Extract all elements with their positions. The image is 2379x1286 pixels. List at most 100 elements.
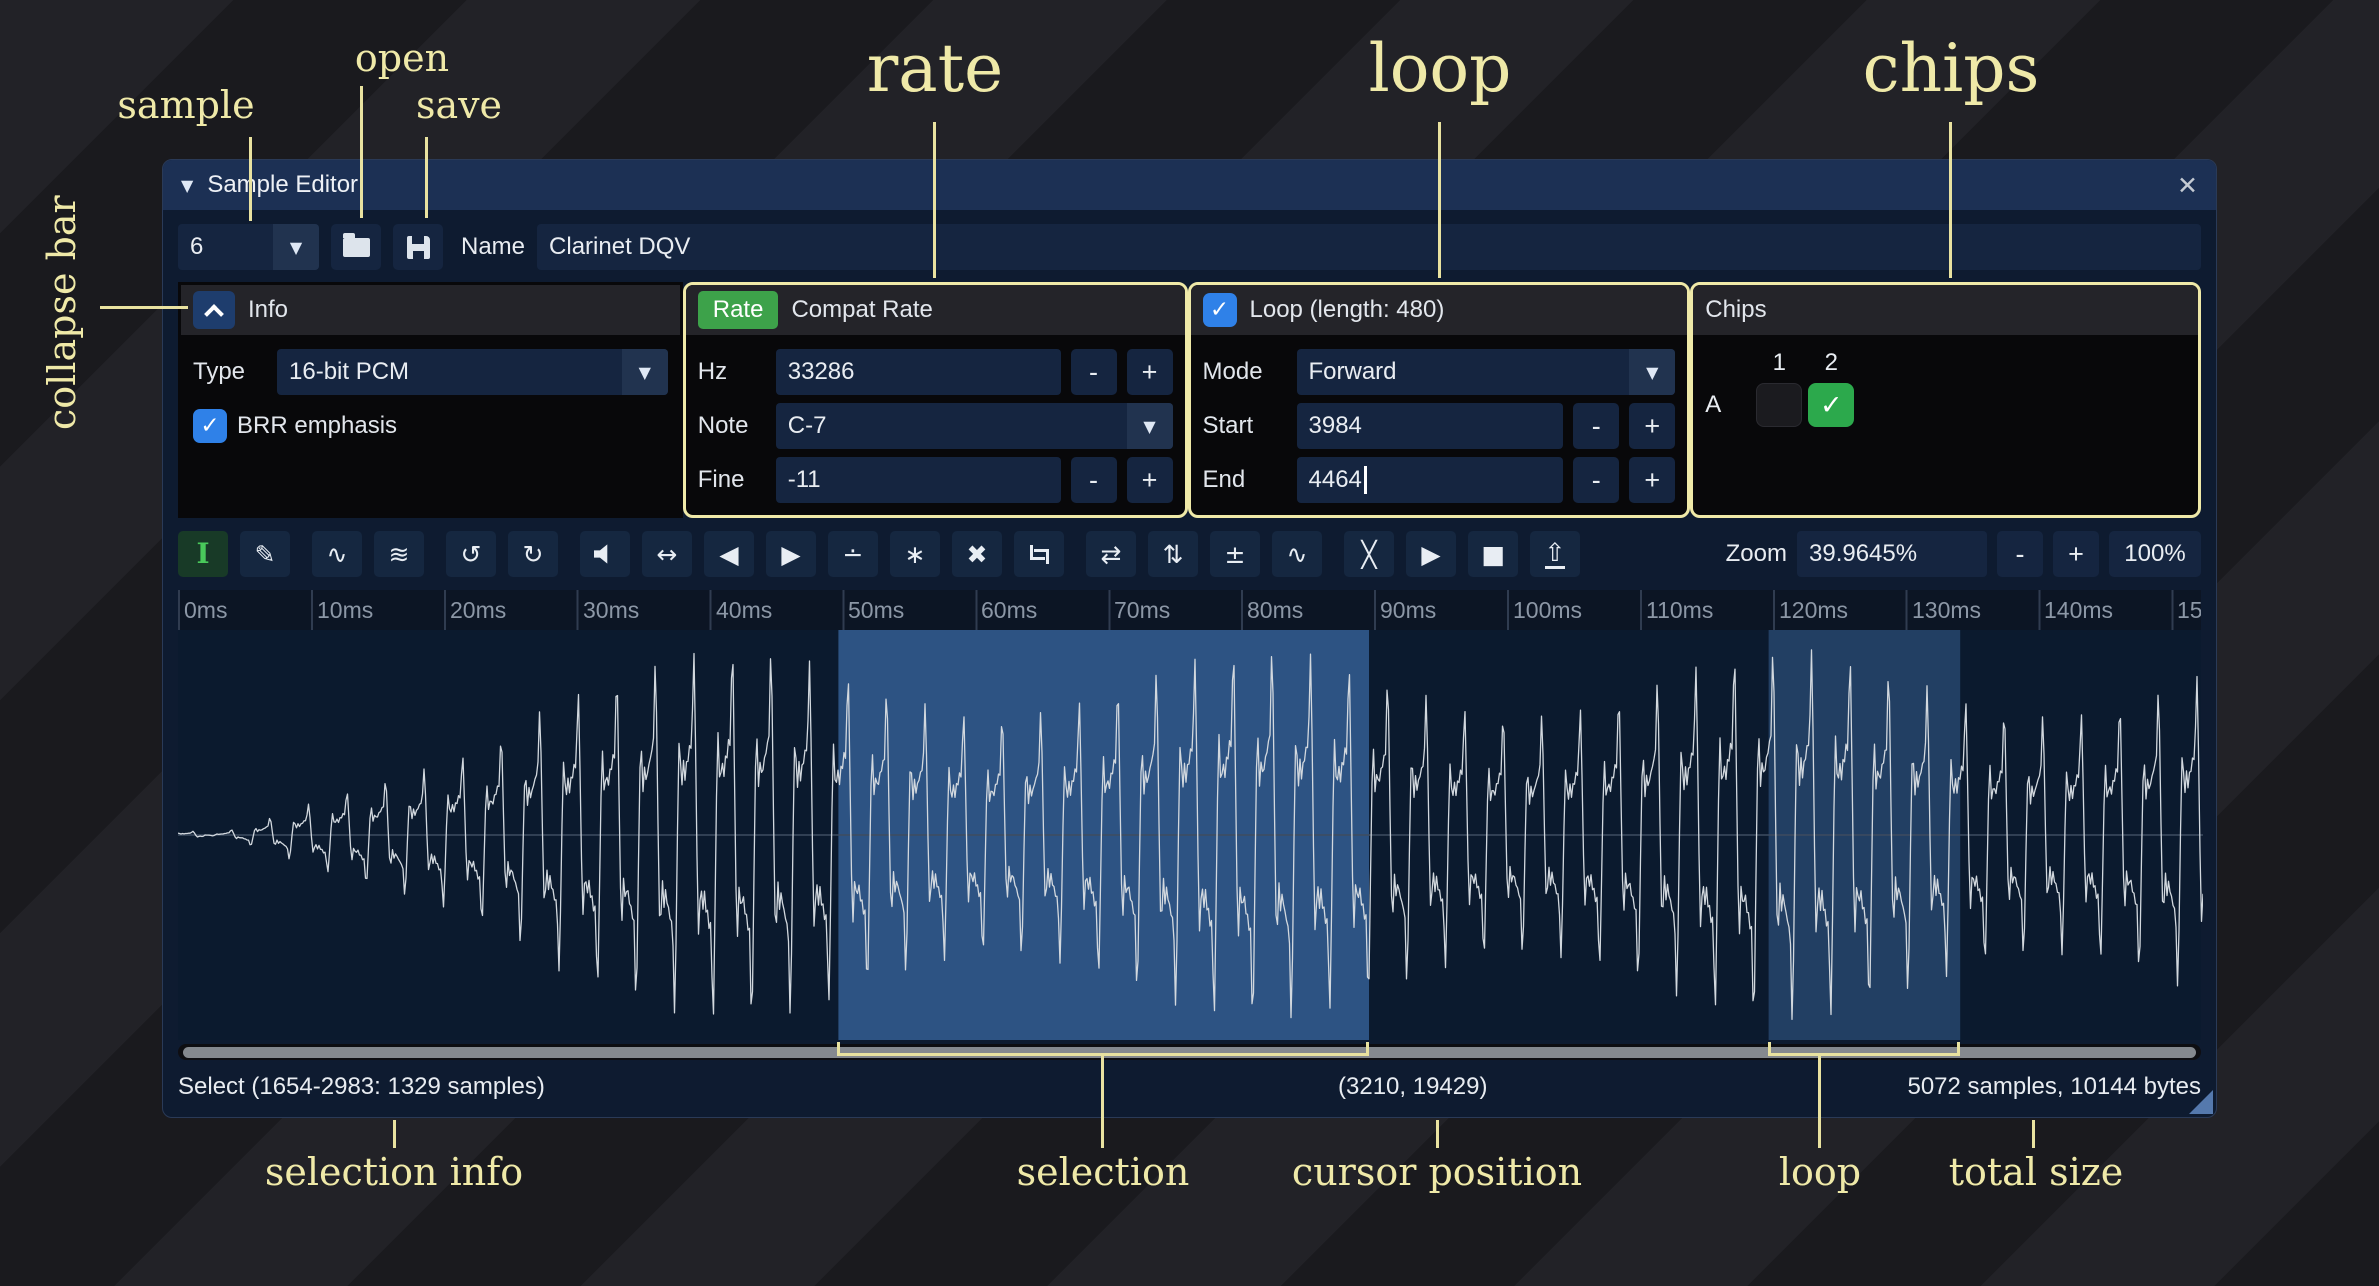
controls-row: 6 ▼ Name Clarinet DQV xyxy=(178,222,2201,272)
redo-button[interactable]: ↻ xyxy=(508,531,558,577)
resample-button[interactable]: ≋ xyxy=(374,531,424,577)
loop-start-minus-button[interactable]: - xyxy=(1573,403,1619,449)
loop-start-plus-button[interactable]: + xyxy=(1629,403,1675,449)
ruler-label: 130ms xyxy=(1912,597,1981,624)
note-select[interactable]: C-7 ▼ xyxy=(776,403,1173,449)
sign-button[interactable]: ± xyxy=(1210,531,1260,577)
ruler-label: 30ms xyxy=(583,597,639,624)
loop-end-minus-button[interactable]: - xyxy=(1573,457,1619,503)
delete-button[interactable]: ✖ xyxy=(952,531,1002,577)
close-icon[interactable]: ✕ xyxy=(2177,171,2198,200)
chevron-down-icon[interactable]: ▼ xyxy=(622,349,668,395)
annotation-line xyxy=(360,86,363,218)
chips-row-a: A ✓ xyxy=(1705,383,2186,427)
titlebar[interactable]: ▼ Sample Editor ✕ xyxy=(163,160,2216,210)
open-button[interactable] xyxy=(331,224,381,270)
normalize-button[interactable]: ↔ xyxy=(642,531,692,577)
resize-wave-icon: ∿ xyxy=(327,542,348,567)
waveform-display[interactable] xyxy=(178,630,2201,1040)
annotation-loop-marker: loop xyxy=(1779,1150,1861,1194)
fine-minus-button[interactable]: - xyxy=(1071,457,1117,503)
zoom-input[interactable]: 39.9645% xyxy=(1797,531,1987,577)
amplify-button[interactable] xyxy=(580,531,630,577)
fade-in-button[interactable]: ◀ xyxy=(704,531,754,577)
loop-start-input[interactable]: 3984 xyxy=(1297,403,1564,449)
reverse-button[interactable]: ⇄ xyxy=(1086,531,1136,577)
window-title: Sample Editor xyxy=(207,171,358,199)
stop-preview-button[interactable]: ■ xyxy=(1468,531,1518,577)
name-value: Clarinet DQV xyxy=(537,233,690,261)
annotation-loop: loop xyxy=(1369,30,1512,107)
check-icon: ✓ xyxy=(200,413,219,439)
sections-row: Info Type 16-bit PCM ▼ ✓ BRR emphas xyxy=(178,282,2201,518)
undo-button[interactable]: ↺ xyxy=(446,531,496,577)
fine-plus-button[interactable]: + xyxy=(1127,457,1173,503)
insert-silence-button[interactable]: ∸ xyxy=(828,531,878,577)
sine-wave-icon: ∿ xyxy=(1287,542,1308,567)
loop-end-label: End xyxy=(1203,466,1287,494)
type-select[interactable]: 16-bit PCM ▼ xyxy=(277,349,668,395)
annotation-line xyxy=(1438,122,1441,278)
invert-button[interactable]: ⇅ xyxy=(1148,531,1198,577)
type-value: 16-bit PCM xyxy=(277,358,409,386)
x-icon: ✖ xyxy=(967,542,988,567)
ruler-label: 110ms xyxy=(1646,597,1713,624)
sample-editor-window: ▼ Sample Editor ✕ 6 ▼ Name Clarinet DQV xyxy=(162,159,2217,1118)
fade-out-button[interactable]: ▶ xyxy=(766,531,816,577)
chip-1-checkbox[interactable] xyxy=(1756,383,1802,427)
chips-column-headers: 1 2 xyxy=(1705,345,2186,381)
loop-end-input[interactable]: 4464 xyxy=(1297,457,1564,503)
chips-header-label: Chips xyxy=(1705,296,1766,324)
rate-button[interactable]: Rate xyxy=(698,291,779,329)
upload-icon: ⇧ xyxy=(1545,540,1566,569)
zoom-reset-button[interactable]: 100% xyxy=(2109,531,2201,577)
draw-mode-button[interactable]: ✎ xyxy=(240,531,290,577)
exchange-button[interactable]: ╳ xyxy=(1344,531,1394,577)
loop-enable-checkbox[interactable]: ✓ xyxy=(1203,293,1237,327)
folder-open-icon xyxy=(343,238,370,257)
note-label: Note xyxy=(698,412,766,440)
hz-label: Hz xyxy=(698,358,766,386)
preview-button[interactable]: ▶ xyxy=(1406,531,1456,577)
resize-grip[interactable] xyxy=(2189,1090,2213,1114)
select-mode-button[interactable]: I xyxy=(178,531,228,577)
chip-column-2: 2 xyxy=(1805,349,1857,377)
loop-end-plus-button[interactable]: + xyxy=(1629,457,1675,503)
loop-mode-select[interactable]: Forward ▼ xyxy=(1297,349,1676,395)
chevron-down-icon[interactable]: ▼ xyxy=(1127,403,1173,449)
sample-number-value: 6 xyxy=(178,233,203,261)
ruler-label: 80ms xyxy=(1247,597,1303,624)
resize-button[interactable]: ∿ xyxy=(312,531,362,577)
trim-button[interactable] xyxy=(1014,531,1064,577)
annotation-selection-info: selection info xyxy=(265,1150,523,1194)
status-bar: Select (1654-2983: 1329 samples) (3210, … xyxy=(178,1064,2201,1110)
zoom-out-button[interactable]: - xyxy=(1997,531,2043,577)
triangle-left-icon: ◀ xyxy=(719,542,738,567)
ruler-label: 40ms xyxy=(716,597,772,624)
zoom-in-button[interactable]: + xyxy=(2053,531,2099,577)
chevron-down-icon[interactable]: ▼ xyxy=(1629,349,1675,395)
play-icon: ▶ xyxy=(1421,542,1440,567)
chevron-down-icon[interactable]: ▼ xyxy=(273,224,319,270)
brr-emphasis-checkbox[interactable]: ✓ xyxy=(193,409,227,443)
filter-button[interactable]: ∿ xyxy=(1272,531,1322,577)
chips-section: Chips 1 2 A ✓ xyxy=(1690,282,2201,518)
apply-silence-button[interactable]: ∗ xyxy=(890,531,940,577)
check-icon: ✓ xyxy=(1820,390,1843,421)
create-wavetable-button[interactable]: ⇧ xyxy=(1530,531,1580,577)
collapse-bar-button[interactable] xyxy=(193,291,235,329)
annotation-collapse-bar: collapse bar xyxy=(40,182,88,444)
waveform-svg[interactable] xyxy=(178,630,2203,1040)
sample-number-select[interactable]: 6 ▼ xyxy=(178,224,319,270)
window-collapse-icon[interactable]: ▼ xyxy=(181,176,193,195)
rate-header: Rate Compat Rate xyxy=(686,285,1185,335)
chip-2-checkbox[interactable]: ✓ xyxy=(1808,383,1854,427)
annotation-line xyxy=(425,137,428,218)
fine-input[interactable]: -11 xyxy=(776,457,1061,503)
hz-input[interactable]: 33286 xyxy=(776,349,1061,395)
annotation-line xyxy=(249,137,252,221)
save-button[interactable] xyxy=(393,224,443,270)
hz-minus-button[interactable]: - xyxy=(1071,349,1117,395)
hz-plus-button[interactable]: + xyxy=(1127,349,1173,395)
ruler-label: 150ms xyxy=(2177,597,2201,624)
